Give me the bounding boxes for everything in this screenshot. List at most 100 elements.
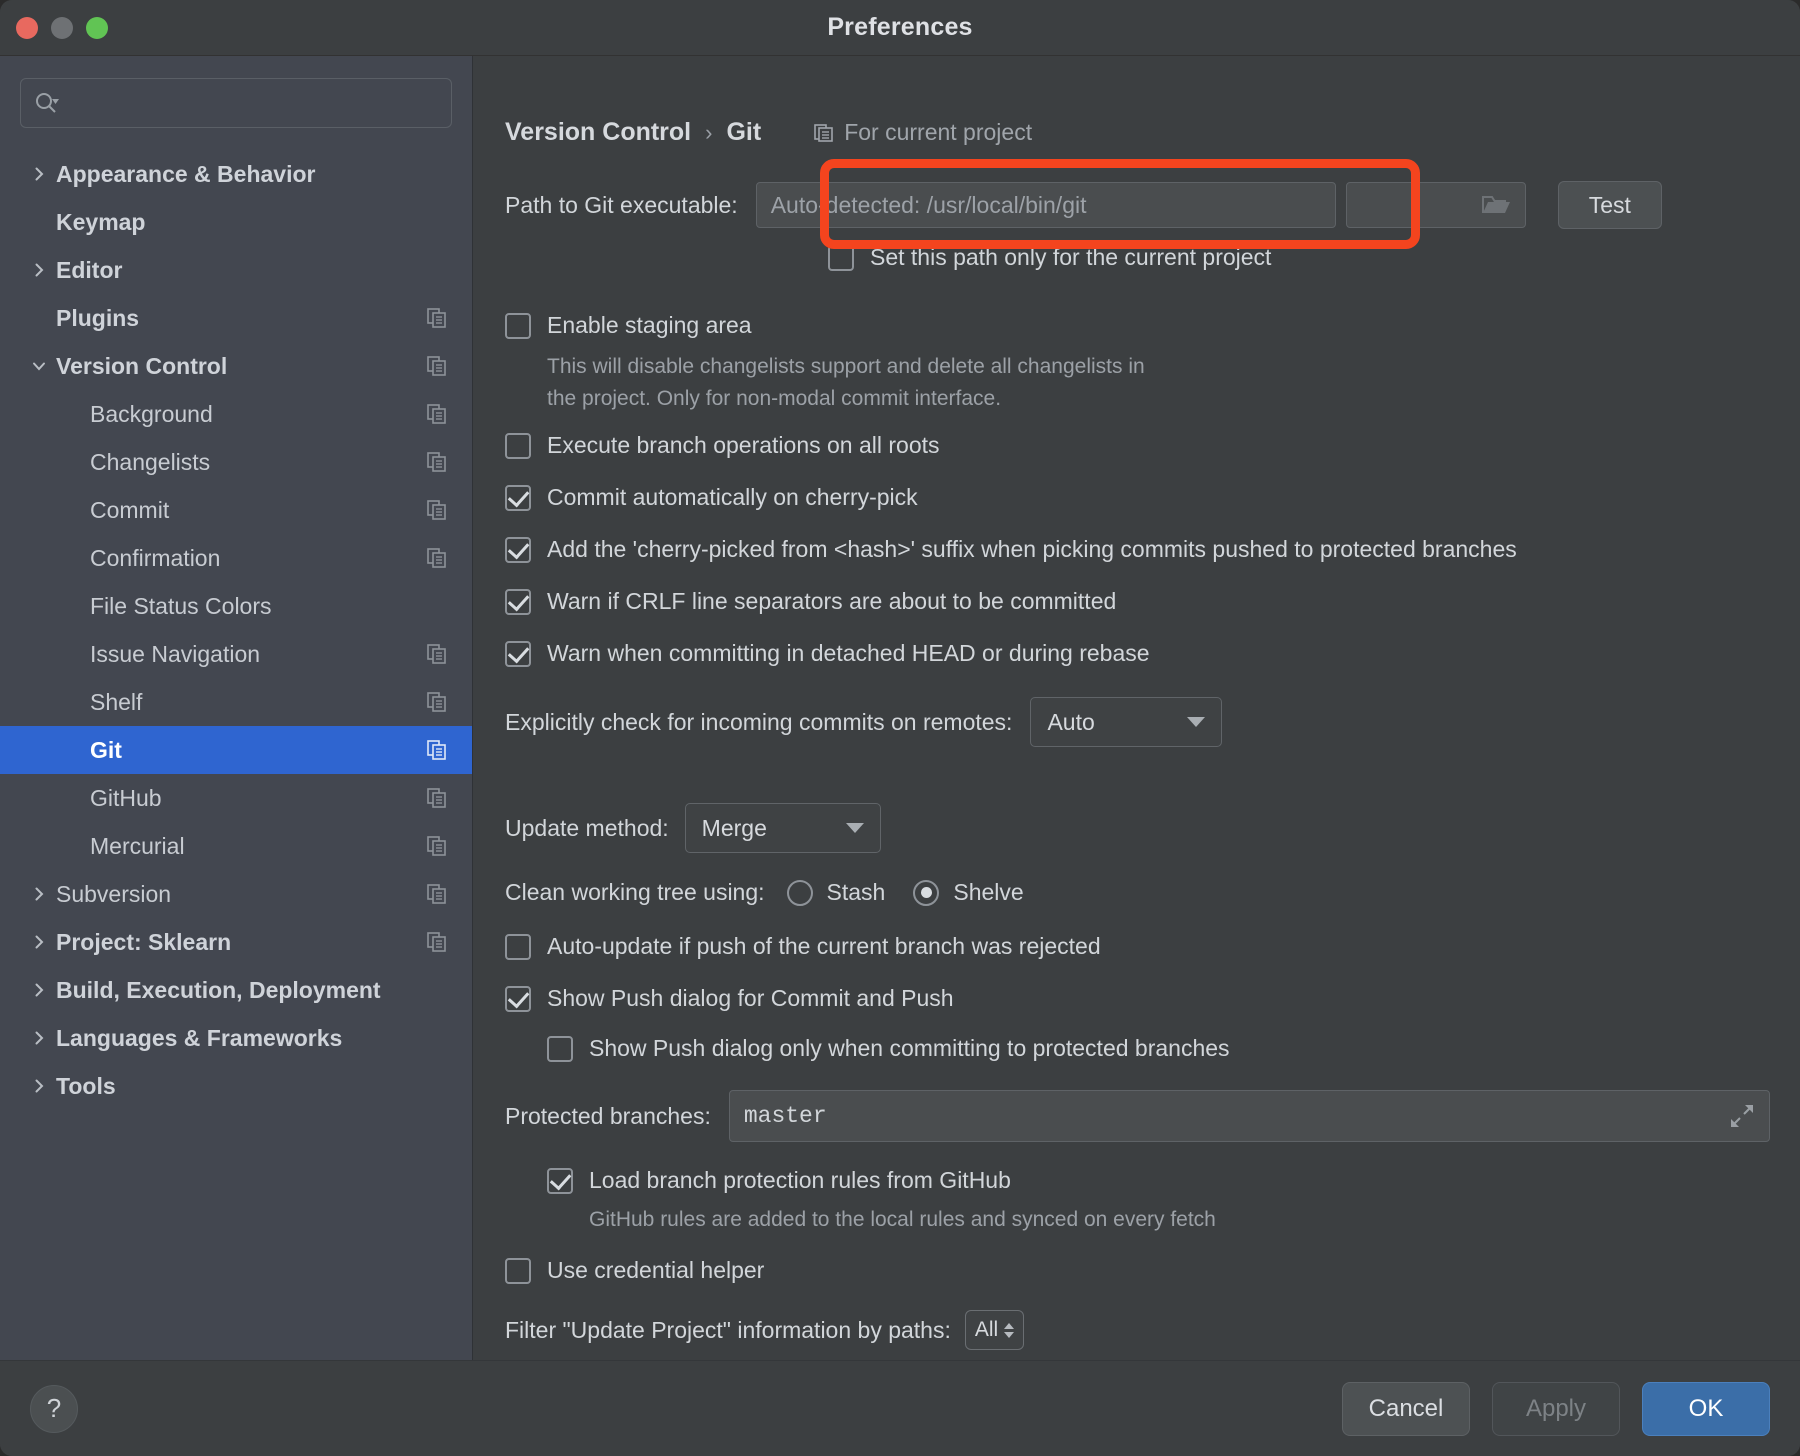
breadcrumb: Version Control › Git For current projec… <box>505 118 1770 147</box>
filter-paths-stepper[interactable]: All <box>964 1310 1025 1350</box>
sidebar-item-editor[interactable]: Editor <box>0 246 472 294</box>
warn-crlf-checkbox[interactable] <box>505 589 531 615</box>
sidebar-item-label: Background <box>90 400 213 427</box>
search-icon <box>36 93 59 113</box>
expand-icon[interactable] <box>1729 1103 1755 1129</box>
folder-icon[interactable] <box>1481 193 1511 217</box>
project-scope-icon <box>427 644 446 664</box>
search-input[interactable] <box>65 79 439 127</box>
help-button[interactable]: ? <box>30 1384 78 1433</box>
update-method-dropdown[interactable]: Merge <box>684 803 881 853</box>
warn-detached-label: Warn when committing in detached HEAD or… <box>547 640 1150 667</box>
protected-branches-label: Protected branches: <box>505 1102 711 1129</box>
title-bar: Preferences <box>0 0 1800 56</box>
execute-branch-checkbox[interactable] <box>505 433 531 459</box>
sidebar-item-version-control[interactable]: Version Control <box>0 342 472 390</box>
close-window-button[interactable] <box>16 16 38 39</box>
sidebar-item-label: Git <box>90 736 122 763</box>
incoming-commits-dropdown[interactable]: Auto <box>1030 697 1223 747</box>
sidebar-item-git[interactable]: Git <box>0 726 472 774</box>
sidebar-item-languages-frameworks[interactable]: Languages & Frameworks <box>0 1014 472 1062</box>
sidebar-item-shelf[interactable]: Shelf <box>0 678 472 726</box>
chevron-down-icon[interactable] <box>22 357 56 375</box>
enable-staging-checkbox[interactable] <box>505 313 531 339</box>
breadcrumb-parent[interactable]: Version Control <box>505 118 691 147</box>
credential-helper-row[interactable]: Use credential helper <box>505 1258 1770 1284</box>
sidebar-item-label: Keymap <box>56 208 146 235</box>
chevron-right-icon[interactable] <box>22 1077 56 1095</box>
sidebar-item-label: Issue Navigation <box>90 640 261 667</box>
chevron-right-icon[interactable] <box>22 885 56 903</box>
project-scope-icon <box>427 356 446 376</box>
maximize-window-button[interactable] <box>86 16 108 39</box>
clean-working-tree-label: Clean working tree using: <box>505 879 765 905</box>
chevron-down-icon <box>1187 717 1206 727</box>
test-button[interactable]: Test <box>1557 181 1662 229</box>
auto-update-row[interactable]: Auto-update if push of the current branc… <box>505 934 1770 960</box>
search-area <box>0 56 472 140</box>
commit-auto-checkbox[interactable] <box>505 485 531 511</box>
show-push-protected-checkbox[interactable] <box>547 1036 573 1062</box>
sidebar-item-keymap[interactable]: Keymap <box>0 198 472 246</box>
search-box[interactable] <box>20 78 452 128</box>
protected-branches-input[interactable]: master <box>728 1090 1770 1142</box>
warn-detached-row[interactable]: Warn when committing in detached HEAD or… <box>505 641 1770 667</box>
chevron-right-icon[interactable] <box>22 1029 56 1047</box>
enable-staging-hint: This will disable changelists support an… <box>547 355 1770 411</box>
project-scope-icon <box>814 123 833 142</box>
incoming-commits-value: Auto <box>1047 708 1095 735</box>
sidebar-item-subversion[interactable]: Subversion <box>0 870 472 918</box>
enable-staging-row[interactable]: Enable staging area <box>505 313 1770 339</box>
git-path-browse-field[interactable] <box>1345 182 1526 228</box>
sidebar-item-appearance-behavior[interactable]: Appearance & Behavior <box>0 150 472 198</box>
minimize-window-button[interactable] <box>51 16 73 39</box>
enable-staging-label: Enable staging area <box>547 312 752 339</box>
git-path-input[interactable]: Auto-detected: /usr/local/bin/git <box>755 182 1336 228</box>
sidebar-item-issue-navigation[interactable]: Issue Navigation <box>0 630 472 678</box>
credential-helper-checkbox[interactable] <box>505 1258 531 1284</box>
warn-detached-checkbox[interactable] <box>505 641 531 667</box>
sidebar-item-plugins[interactable]: Plugins <box>0 294 472 342</box>
auto-update-checkbox[interactable] <box>505 934 531 960</box>
project-scope-icon <box>427 836 446 856</box>
commit-auto-row[interactable]: Commit automatically on cherry-pick <box>505 485 1770 511</box>
warn-crlf-row[interactable]: Warn if CRLF line separators are about t… <box>505 589 1770 615</box>
chevron-right-icon[interactable] <box>22 933 56 951</box>
protected-branches-value: master <box>743 1103 827 1129</box>
sidebar-item-mercurial[interactable]: Mercurial <box>0 822 472 870</box>
sidebar-item-confirmation[interactable]: Confirmation <box>0 534 472 582</box>
clean-tree-shelve-radio[interactable] <box>913 879 940 906</box>
project-scope-icon <box>427 788 446 808</box>
sidebar-item-file-status-colors[interactable]: File Status Colors <box>0 582 472 630</box>
sidebar-item-label: Build, Execution, Deployment <box>56 976 381 1003</box>
settings-sidebar: Appearance & Behavior Keymap Editor Plugins… <box>0 56 473 1360</box>
set-path-only-checkbox[interactable] <box>828 245 854 271</box>
apply-button[interactable]: Apply <box>1492 1381 1620 1436</box>
show-push-protected-row[interactable]: Show Push dialog only when committing to… <box>547 1036 1770 1062</box>
show-push-checkbox[interactable] <box>505 986 531 1012</box>
ok-button[interactable]: OK <box>1642 1381 1770 1436</box>
sidebar-item-build-execution-deployment[interactable]: Build, Execution, Deployment <box>0 966 472 1014</box>
project-scope-icon <box>427 740 446 760</box>
sidebar-item-commit[interactable]: Commit <box>0 486 472 534</box>
stepper-arrows-icon[interactable] <box>1004 1322 1015 1338</box>
chevron-right-icon[interactable] <box>22 261 56 279</box>
sidebar-item-background[interactable]: Background <box>0 390 472 438</box>
set-path-only-row[interactable]: Set this path only for the current proje… <box>828 245 1770 271</box>
load-rules-checkbox[interactable] <box>547 1168 573 1194</box>
execute-branch-row[interactable]: Execute branch operations on all roots <box>505 433 1770 459</box>
sidebar-item-project-sklearn[interactable]: Project: Sklearn <box>0 918 472 966</box>
sidebar-item-changelists[interactable]: Changelists <box>0 438 472 486</box>
sidebar-item-github[interactable]: GitHub <box>0 774 472 822</box>
chevron-right-icon[interactable] <box>22 981 56 999</box>
chevron-right-icon[interactable] <box>22 165 56 183</box>
load-rules-hint: GitHub rules are added to the local rule… <box>589 1208 1216 1231</box>
sidebar-item-tools[interactable]: Tools <box>0 1062 472 1110</box>
add-suffix-row[interactable]: Add the 'cherry-picked from <hash>' suff… <box>505 537 1770 563</box>
add-suffix-checkbox[interactable] <box>505 537 531 563</box>
auto-update-label: Auto-update if push of the current branc… <box>547 933 1101 960</box>
show-push-row[interactable]: Show Push dialog for Commit and Push <box>505 986 1770 1012</box>
cancel-button[interactable]: Cancel <box>1342 1381 1470 1436</box>
load-rules-row[interactable]: Load branch protection rules from GitHub <box>547 1168 1770 1194</box>
clean-tree-stash-radio[interactable] <box>786 879 813 906</box>
